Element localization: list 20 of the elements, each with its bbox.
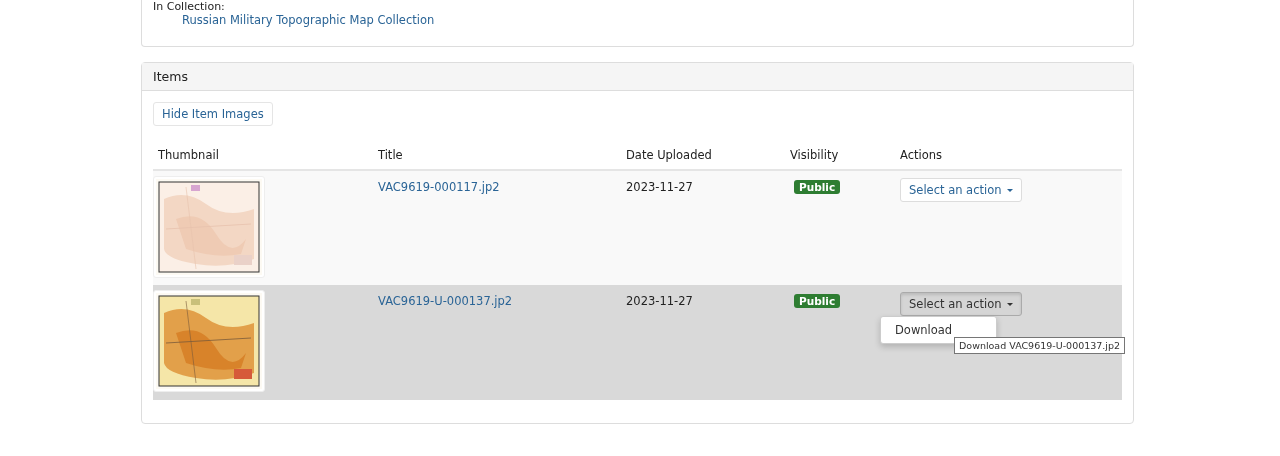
table-row[interactable]: VAC9619-000117.jp2 2023-11-27 Public Select an action <box>153 170 1122 285</box>
column-header: Date Uploaded <box>626 148 712 162</box>
date-text: 2023-11-27 <box>626 294 693 308</box>
panel-heading: Items <box>142 63 1133 91</box>
menu-item[interactable]: Download <box>881 321 996 339</box>
field-label: In Collection: <box>153 0 226 13</box>
hide-images-button[interactable]: Hide Item Images <box>153 102 273 126</box>
visibility-badge: Public <box>794 180 841 194</box>
tooltip: Download VAC9619-U-000137.jp2 <box>954 337 1126 354</box>
action-dropdown[interactable]: Select an action <box>900 292 1023 316</box>
column-header: Title <box>378 148 403 162</box>
title-link[interactable]: VAC9619-U-000137.jp2 <box>378 294 513 308</box>
action-dropdown[interactable]: Select an action <box>900 178 1023 202</box>
title-link[interactable]: VAC9619-000117.jp2 <box>378 180 500 194</box>
visibility-badge: Public <box>794 294 841 308</box>
column-header: Actions <box>900 148 942 162</box>
column-header: Visibility <box>790 148 839 162</box>
column-header: Thumbnail <box>158 148 219 162</box>
date-text: 2023-11-27 <box>626 180 693 194</box>
collection-link[interactable]: Russian Military Topographic Map Collection <box>182 13 435 27</box>
